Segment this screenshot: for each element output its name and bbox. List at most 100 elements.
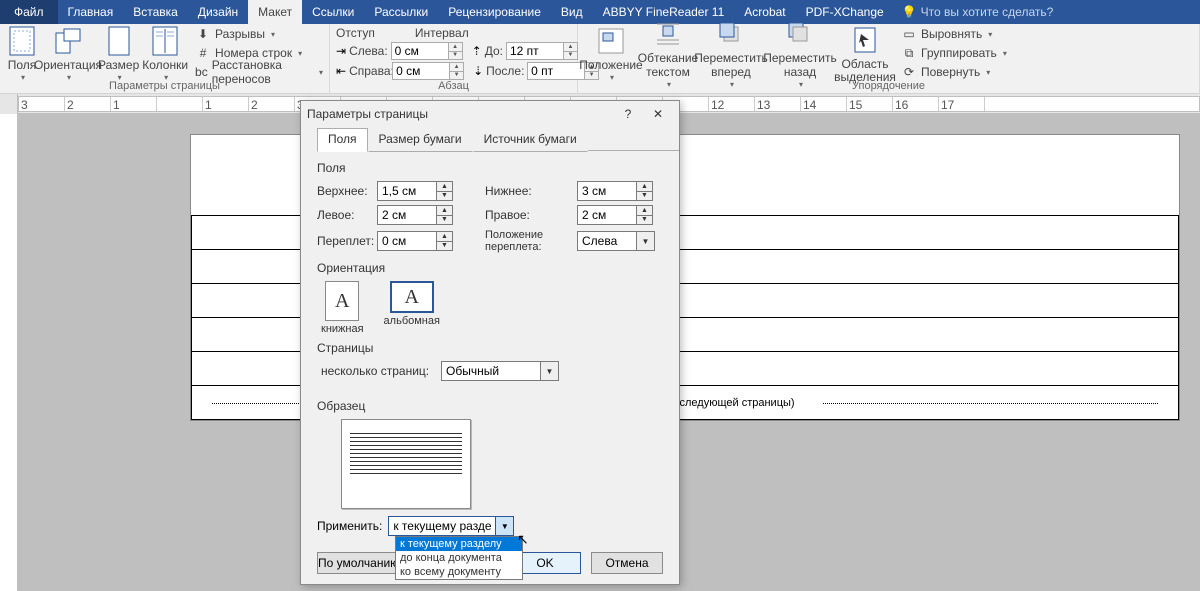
margins-button[interactable]: Поля [6,23,38,83]
align-button[interactable]: ▭ Выровнять [901,25,1007,43]
right-spinner[interactable]: ▲▼ [577,205,667,225]
spacing-before-input[interactable] [506,42,564,60]
tab-view[interactable]: Вид [551,0,593,24]
dialog-titlebar[interactable]: Параметры страницы ? ✕ [301,101,679,127]
apply-option[interactable]: ко всему документу [396,565,522,579]
bottom-input[interactable] [577,181,637,201]
tab-home[interactable]: Главная [58,0,124,24]
selection-pane-button[interactable]: Область выделения [836,22,894,84]
cancel-button[interactable]: Отмена [591,552,663,574]
tab-insert[interactable]: Вставка [123,0,188,24]
spin-down-icon[interactable]: ▼ [564,52,577,60]
vertical-ruler[interactable]: 1 1 2 3 4 5 6 7 [0,114,18,591]
dialog-close-button[interactable]: ✕ [643,103,673,125]
spin-down-icon[interactable]: ▼ [637,216,652,225]
line-numbers-icon: # [195,45,211,61]
tab-layout[interactable]: Макет [248,0,302,24]
dialog-tab-paper[interactable]: Размер бумаги [368,128,473,152]
group-page-setup: Поля Ориентация Размер Колонки [0,24,330,93]
gutter-input[interactable] [377,231,437,251]
apply-option[interactable]: к текущему разделу [396,537,522,551]
spacing-before-spinner[interactable]: ▲▼ [506,42,578,60]
wrap-button[interactable]: Обтекание текстом [641,16,695,89]
send-backward-button[interactable]: Переместить назад [767,16,833,89]
spin-down-icon[interactable]: ▼ [437,192,452,201]
position-button[interactable]: Положение [584,23,638,83]
sample-section-title: Образец [317,399,663,413]
left-input[interactable] [377,205,437,225]
spin-up-icon[interactable]: ▲ [449,43,462,52]
spin-up-icon[interactable]: ▲ [437,206,452,216]
chevron-down-icon[interactable]: ▼ [541,361,559,381]
ruler-tick: 12 [711,98,724,112]
bottom-spinner[interactable]: ▲▼ [577,181,667,201]
multi-input[interactable] [441,361,541,381]
rotate-button[interactable]: ⟳ Повернуть [901,63,1007,81]
tab-references[interactable]: Ссылки [302,0,364,24]
size-icon [103,25,135,57]
dialog-tab-margins[interactable]: Поля [317,128,368,152]
tell-me[interactable]: 💡 Что вы хотите сделать? [902,5,1054,19]
apply-option[interactable]: до конца документа [396,551,522,565]
spin-down-icon[interactable]: ▼ [449,52,462,60]
landscape-label: альбомная [384,315,440,327]
right-input[interactable] [577,205,637,225]
hyphenation-button[interactable]: bc Расстановка переносов [195,63,323,81]
position-icon [595,25,627,57]
bulb-icon: 💡 [902,5,917,19]
tab-mailings[interactable]: Рассылки [364,0,438,24]
orientation-landscape[interactable]: A альбомная [384,281,440,335]
page-setup-dialog: Параметры страницы ? ✕ Поля Размер бумаг… [300,100,680,585]
spacing-after-input[interactable] [527,62,585,80]
spacing-before-label: До: [485,44,503,58]
indent-right-spinner[interactable]: ▲▼ [392,62,464,80]
gutter-pos-label: Положение переплета: [467,229,577,253]
spin-down-icon[interactable]: ▼ [437,242,452,251]
dialog-tab-source[interactable]: Источник бумаги [473,128,588,152]
orientation-portrait[interactable]: A книжная [321,281,364,335]
indent-left-spinner[interactable]: ▲▼ [391,42,463,60]
apply-combo[interactable]: ▼ [388,516,514,536]
orientation-button[interactable]: Ориентация [41,23,95,83]
ruler-tick: 1 [205,98,212,112]
multi-combo[interactable]: ▼ [441,361,559,381]
spin-down-icon[interactable]: ▼ [450,72,463,80]
breaks-button[interactable]: ⬇ Разрывы [195,25,323,43]
ruler-tick: 14 [803,98,816,112]
indent-right-input[interactable] [392,62,450,80]
dialog-help-button[interactable]: ? [613,103,643,125]
ruler-tick: 2 [251,98,258,112]
gutter-pos-combo[interactable]: ▼ [577,231,667,251]
spin-up-icon[interactable]: ▲ [637,206,652,216]
file-tab[interactable]: Файл [0,0,58,24]
apply-row: Применить: ▼ к текущему разделу до конца… [317,516,514,536]
ruler-tick: 16 [895,98,908,112]
bring-forward-button[interactable]: Переместить вперед [698,16,764,89]
group-objects-button[interactable]: ⧉ Группировать [901,44,1007,62]
indent-left-input[interactable] [391,42,449,60]
apply-input[interactable] [388,516,496,536]
align-label: Выровнять [921,27,982,41]
spacing-after-label: После: [486,64,524,78]
spin-up-icon[interactable]: ▲ [450,63,463,72]
columns-button[interactable]: Колонки [142,23,188,83]
size-button[interactable]: Размер [98,23,139,83]
spin-up-icon[interactable]: ▲ [564,43,577,52]
spin-down-icon[interactable]: ▼ [437,216,452,225]
spin-up-icon[interactable]: ▲ [437,182,452,192]
tab-review[interactable]: Рецензирование [438,0,551,24]
top-label: Верхнее: [317,184,377,198]
group-paragraph: Отступ Интервал ⇥ Слева: ▲▼ ⇡ До: ▲▼ ⇤ С… [330,24,578,93]
spin-up-icon[interactable]: ▲ [437,232,452,242]
spin-up-icon[interactable]: ▲ [637,182,652,192]
chevron-down-icon[interactable]: ▼ [637,231,655,251]
gutter-spinner[interactable]: ▲▼ [377,231,467,251]
chevron-down-icon[interactable]: ▼ [496,516,514,536]
left-spinner[interactable]: ▲▼ [377,205,467,225]
tell-me-label: Что вы хотите сделать? [921,5,1054,19]
tab-design[interactable]: Дизайн [188,0,248,24]
top-spinner[interactable]: ▲▼ [377,181,467,201]
top-input[interactable] [377,181,437,201]
spin-down-icon[interactable]: ▼ [637,192,652,201]
gutter-pos-input[interactable] [577,231,637,251]
